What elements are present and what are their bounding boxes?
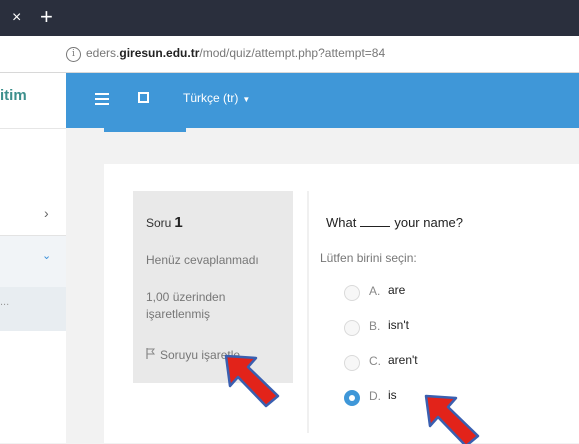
question-panel-border [307, 191, 309, 433]
sidebar-item-expanded[interactable]: ⌄ [0, 235, 66, 288]
radio-option-c[interactable] [344, 355, 360, 371]
option-letter: B. [369, 319, 381, 333]
sidebar-item-collapsed[interactable]: › [0, 197, 66, 235]
browser-tab-bar: × + [0, 0, 579, 36]
url-text[interactable]: eders.giresun.edu.tr/mod/quiz/attempt.ph… [86, 46, 385, 60]
url-path: /mod/quiz/attempt.php?attempt=84 [199, 46, 386, 60]
flag-icon [146, 348, 156, 362]
question-grade: 1,00 üzerinden işaretlenmiş [146, 290, 226, 321]
question-text: What your name? [326, 215, 463, 230]
info-icon[interactable]: i [66, 47, 81, 62]
question-state: Henüz cevaplanmadı [146, 253, 259, 267]
sidebar-divider [0, 128, 66, 129]
address-bar[interactable]: i eders.giresun.edu.tr/mod/quiz/attempt.… [0, 36, 579, 73]
sidebar-item-truncated-text: ... [0, 296, 10, 308]
question-number: 1 [174, 214, 183, 231]
option-text[interactable]: isn't [388, 318, 409, 332]
option-letter: C. [369, 354, 381, 368]
radio-option-b[interactable] [344, 320, 360, 336]
option-letter: A. [369, 284, 381, 298]
radio-option-a[interactable] [344, 285, 360, 301]
brand-text[interactable]: itim [0, 87, 27, 104]
option-text[interactable]: are [388, 283, 405, 297]
language-label: Türkçe (tr) [183, 91, 239, 105]
option-b[interactable]: B. isn't [344, 318, 544, 341]
caret-down-icon: ▼ [242, 95, 251, 104]
top-navbar: Türkçe (tr) ▼ [66, 73, 579, 128]
left-sidebar: itim › ⌄ ... [0, 73, 66, 443]
option-c[interactable]: C. aren't [344, 353, 544, 376]
option-letter: D. [369, 389, 381, 403]
radio-option-d[interactable] [344, 390, 360, 406]
annotation-arrow-icon [424, 394, 480, 444]
option-text[interactable]: is [388, 388, 397, 402]
url-domain: giresun.edu.tr [119, 46, 200, 60]
hamburger-menu-icon[interactable] [95, 93, 109, 105]
sidebar-item-active[interactable]: ... [0, 287, 66, 331]
answer-prompt: Lütfen birini seçin: [320, 251, 417, 265]
chevron-down-icon: ⌄ [42, 250, 52, 262]
option-a[interactable]: A. are [344, 283, 544, 306]
new-tab-button[interactable]: + [40, 5, 53, 29]
chevron-right-icon: › [44, 205, 49, 221]
option-text[interactable]: aren't [388, 353, 418, 367]
annotation-arrow-icon [224, 354, 280, 408]
url-prefix: eders. [86, 46, 120, 60]
question-number-label: Soru 1 [146, 214, 183, 231]
close-tab-button[interactable]: × [12, 8, 21, 28]
fullscreen-icon[interactable] [138, 92, 149, 103]
brand-area[interactable]: itim [0, 73, 66, 128]
language-selector[interactable]: Türkçe (tr) ▼ [183, 91, 250, 105]
content-tab-indicator [104, 128, 186, 132]
answer-blank [360, 216, 391, 227]
